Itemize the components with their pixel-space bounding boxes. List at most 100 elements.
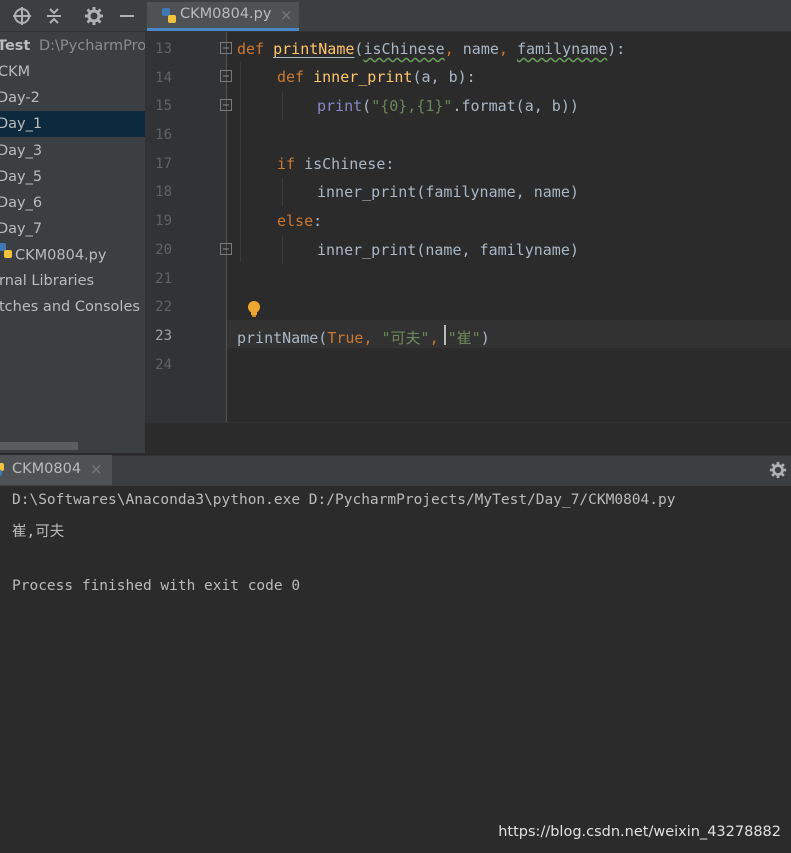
console-line: 崔,可夫 bbox=[12, 524, 65, 540]
tree-item-label: Day-2 bbox=[0, 90, 40, 106]
parameter: familyname bbox=[516, 40, 608, 58]
line-number: 13 bbox=[155, 41, 172, 57]
indent-guide bbox=[282, 178, 283, 206]
gear-icon[interactable] bbox=[84, 6, 104, 26]
collapse-all-icon[interactable] bbox=[44, 6, 64, 26]
project-toolbar bbox=[0, 0, 145, 32]
punct: ) bbox=[480, 329, 490, 347]
tree-item-ckm0804-py[interactable]: CKM0804.py bbox=[0, 242, 106, 268]
fold-end-icon[interactable] bbox=[220, 243, 232, 255]
tree-item-day-1[interactable]: Day_1 bbox=[0, 111, 145, 137]
keyword: if bbox=[277, 155, 296, 173]
line-number: 18 bbox=[155, 184, 172, 200]
keyword: True bbox=[327, 329, 364, 347]
line-number: 17 bbox=[155, 156, 172, 172]
fold-end-icon[interactable] bbox=[220, 99, 232, 111]
punct: , bbox=[444, 40, 463, 58]
punct: ): bbox=[607, 40, 626, 58]
tree-item-label: CKM bbox=[0, 64, 31, 80]
tree-item-day-3[interactable]: Day_3 bbox=[0, 138, 42, 164]
locate-icon[interactable] bbox=[12, 6, 32, 26]
code-text: inner_print(familyname, name) bbox=[317, 183, 579, 201]
run-panel-header bbox=[0, 455, 791, 486]
python-file-icon bbox=[0, 242, 14, 269]
indent-guide bbox=[282, 236, 283, 264]
builtin: print bbox=[317, 97, 363, 115]
fold-marker-icon[interactable] bbox=[220, 42, 232, 54]
run-tab[interactable]: CKM0804 × bbox=[0, 455, 112, 485]
string: "可夫" bbox=[381, 329, 430, 347]
tree-item-label: Day_7 bbox=[0, 221, 43, 237]
tree-item-day-5[interactable]: Day_5 bbox=[0, 164, 42, 190]
code-text: inner_print(name, familyname) bbox=[317, 241, 579, 259]
indent-guide bbox=[240, 62, 241, 262]
line-number: 20 bbox=[155, 242, 172, 258]
python-file-icon bbox=[160, 7, 178, 29]
punct: , bbox=[498, 40, 517, 58]
python-run-icon bbox=[0, 461, 6, 483]
code-editor[interactable] bbox=[145, 32, 791, 422]
code-text: isChinese: bbox=[295, 155, 395, 173]
tree-item-day-2[interactable]: Day-2 bbox=[0, 85, 40, 111]
string: "{0},{1}" bbox=[371, 97, 453, 115]
gear-icon[interactable] bbox=[769, 461, 787, 483]
function-name: printName bbox=[273, 40, 355, 58]
code-text: (a, b): bbox=[412, 68, 476, 86]
console-line: Process finished with exit code 0 bbox=[12, 578, 301, 594]
line-number: 24 bbox=[155, 357, 172, 373]
console-output[interactable] bbox=[0, 486, 791, 853]
console-line: D:\Softwares\Anaconda3\python.exe D:/Pyc… bbox=[12, 492, 676, 508]
line-number: 16 bbox=[155, 127, 172, 143]
close-icon[interactable]: × bbox=[90, 460, 103, 478]
tree-item-external-libraries[interactable]: rnal Libraries bbox=[0, 268, 94, 294]
tree-item-label: Day_6 bbox=[0, 195, 43, 211]
code-line-13: def printName(isChinese, name, familynam… bbox=[237, 40, 625, 58]
keyword: def bbox=[237, 40, 265, 58]
tree-item-ckm[interactable]: CKM bbox=[0, 59, 30, 85]
gutter-divider bbox=[226, 32, 227, 422]
close-icon[interactable]: × bbox=[280, 6, 293, 24]
fold-marker-icon[interactable] bbox=[220, 70, 232, 82]
tree-item-label: Day_5 bbox=[0, 169, 43, 185]
project-root-name: Test bbox=[0, 38, 31, 54]
code-text: .format(a, b)) bbox=[452, 97, 579, 115]
text-caret bbox=[444, 325, 446, 345]
punct: , bbox=[363, 329, 382, 347]
code-line-15: print("{0},{1}".format(a, b)) bbox=[317, 97, 579, 115]
code-line-19: else: bbox=[277, 212, 322, 230]
hide-panel-icon[interactable] bbox=[117, 6, 137, 26]
tree-item-day-7[interactable]: Day_7 bbox=[0, 216, 42, 242]
parameter: isChinese bbox=[363, 40, 445, 58]
tree-item-label: CKM0804.py bbox=[15, 247, 107, 264]
run-tab-label: CKM0804 bbox=[12, 461, 82, 477]
line-number: 22 bbox=[155, 299, 172, 315]
code-line-17: if isChinese: bbox=[277, 155, 394, 173]
line-number: 15 bbox=[155, 98, 172, 114]
tree-item-label: rnal Libraries bbox=[0, 273, 95, 289]
tree-item-label: Day_3 bbox=[0, 143, 43, 159]
code-line-14: def inner_print(a, b): bbox=[277, 68, 476, 86]
watermark: https://blog.csdn.net/weixin_43278882 bbox=[498, 824, 781, 840]
code-line-23: printName(True, "可夫", "崔") bbox=[237, 327, 490, 348]
editor-bottom-area bbox=[145, 422, 791, 454]
lightbulb-icon[interactable] bbox=[247, 300, 261, 318]
string: "崔" bbox=[447, 329, 481, 347]
project-root-path: D:\PycharmProj bbox=[38, 38, 151, 54]
editor-tab[interactable]: CKM0804.py × bbox=[147, 2, 299, 31]
tree-item-day-6[interactable]: Day_6 bbox=[0, 190, 42, 216]
keyword: def bbox=[277, 68, 305, 86]
tree-item-scratches[interactable]: tches and Consoles bbox=[0, 294, 140, 320]
tree-item-label: tches and Consoles bbox=[0, 299, 140, 315]
project-root[interactable]: Test D:\PycharmProj bbox=[0, 33, 150, 59]
editor-tab-label: CKM0804.py bbox=[180, 6, 272, 22]
punct: ( bbox=[362, 97, 372, 115]
parameter: name bbox=[462, 40, 499, 58]
line-number-current: 23 bbox=[155, 328, 172, 344]
line-number: 21 bbox=[155, 271, 172, 287]
tree-item-label: Day_1 bbox=[0, 116, 43, 132]
keyword: else bbox=[277, 212, 314, 230]
tree-scrollbar[interactable] bbox=[0, 442, 78, 450]
code-line-20: inner_print(name, familyname) bbox=[317, 241, 579, 259]
indent-guide bbox=[282, 92, 283, 120]
code-line-18: inner_print(familyname, name) bbox=[317, 183, 579, 201]
